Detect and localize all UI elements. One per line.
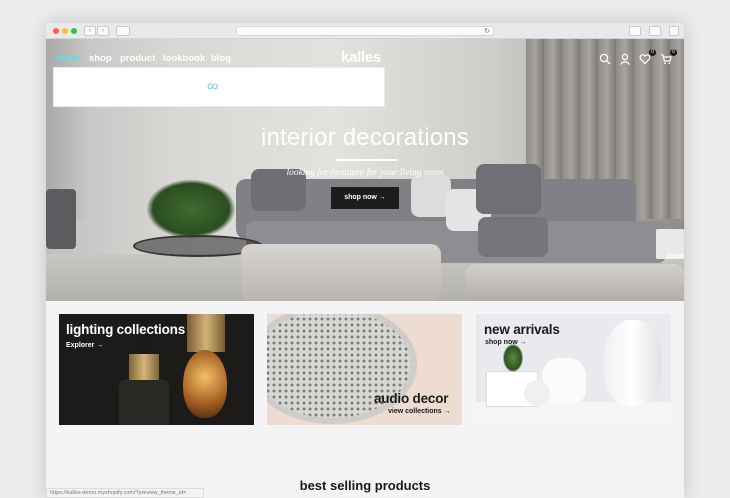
back-icon[interactable]: ‹ <box>84 26 96 36</box>
nav-product[interactable]: product <box>120 53 155 64</box>
promo-popup: ∞ <box>53 67 385 107</box>
card-title: audio decor <box>374 391 449 406</box>
wishlist-count-badge: 0 <box>649 49 656 56</box>
kalles-logo[interactable]: kalles <box>341 49 381 66</box>
maximize-window-button[interactable] <box>71 28 77 34</box>
minimize-window-button[interactable] <box>62 28 68 34</box>
card-title: lighting collections <box>66 322 186 337</box>
collection-card-audio[interactable]: audio decor view collections → <box>267 314 462 425</box>
vase-image <box>524 380 550 406</box>
table-lamp-image <box>656 229 684 259</box>
lamp-shade <box>119 380 169 425</box>
shop-now-link[interactable]: shop now → <box>485 339 527 346</box>
ottoman-image <box>241 244 441 301</box>
cushion <box>478 217 548 257</box>
explorer-link[interactable]: Explorer → <box>66 342 103 349</box>
hero-title: interior decorations <box>260 124 470 151</box>
wishlist-icon[interactable]: 0 <box>639 49 656 65</box>
shop-now-button[interactable]: shop now → <box>331 187 399 209</box>
plant-image <box>146 179 236 239</box>
collection-card-lighting[interactable]: lighting collections Explorer → <box>59 314 254 425</box>
cart-count-badge: 0 <box>670 49 677 56</box>
nav-lookbook[interactable]: lookbook <box>163 53 205 64</box>
chair-image <box>46 189 76 249</box>
cart-icon[interactable]: 0 <box>660 49 677 65</box>
status-bar-url: https://kalles-demo.myshopify.com/?previ… <box>46 488 204 498</box>
close-window-button[interactable] <box>53 28 59 34</box>
nav-demo[interactable]: demo <box>55 53 80 64</box>
view-collections-link[interactable]: view collections → <box>388 408 451 415</box>
new-tab-icon[interactable] <box>669 26 679 36</box>
bulb-image <box>183 350 227 418</box>
loading-icon: ∞ <box>207 78 219 95</box>
tabs-icon[interactable] <box>649 26 661 36</box>
browser-toolbar: ‹ › ↻ <box>46 23 684 39</box>
card-title: new arrivals <box>484 322 560 337</box>
reload-icon[interactable]: ↻ <box>484 27 490 36</box>
ottoman-image <box>466 264 684 301</box>
lamp-image <box>129 354 159 380</box>
hero-subtitle: looking for furniture for your living ro… <box>286 168 444 178</box>
search-icon[interactable] <box>599 52 611 65</box>
lamp-image <box>604 320 662 406</box>
bulb-holder <box>187 314 225 352</box>
cushion <box>411 175 451 217</box>
hero-divider <box>335 159 397 161</box>
nav-shop[interactable]: shop <box>89 53 112 64</box>
plant-image <box>503 344 523 372</box>
browser-window: ‹ › ↻ demo shop product lookbook blog ka… <box>46 23 684 498</box>
user-icon[interactable] <box>619 52 631 65</box>
forward-icon[interactable]: › <box>97 26 109 36</box>
collection-card-new-arrivals[interactable]: new arrivals shop now → <box>476 314 671 425</box>
address-bar[interactable]: ↻ <box>236 26 494 36</box>
sidebar-icon[interactable] <box>116 26 130 36</box>
share-icon[interactable] <box>629 26 641 36</box>
nav-blog[interactable]: blog <box>211 53 231 64</box>
